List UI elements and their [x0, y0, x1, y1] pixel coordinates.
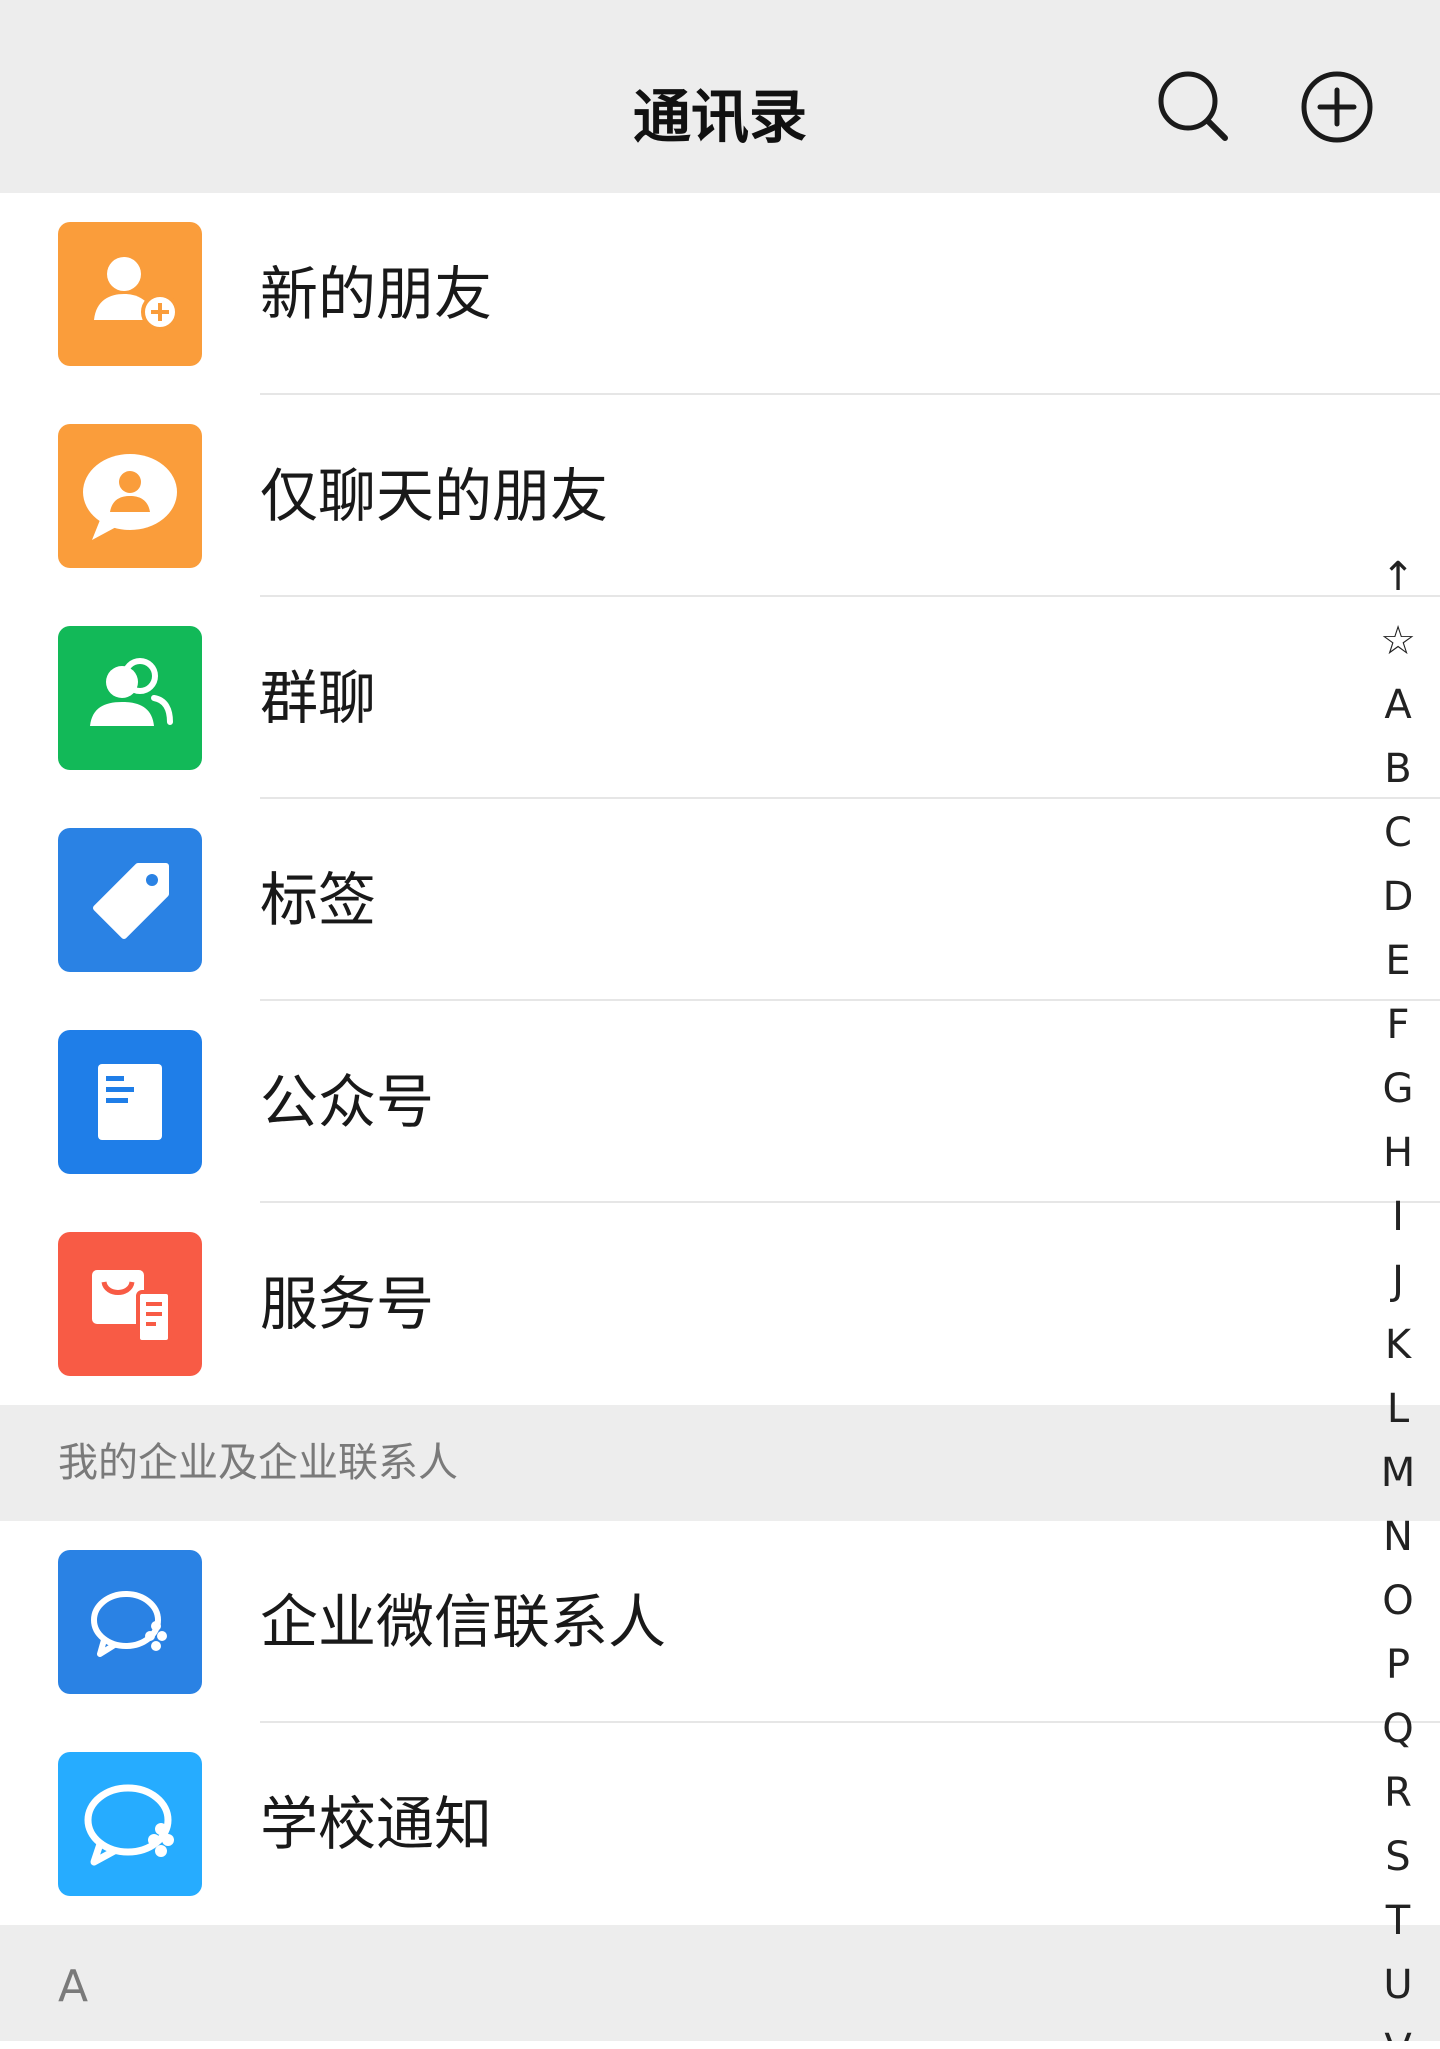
section-header-letter: A	[0, 1925, 1440, 2041]
list-item-tags[interactable]: 标签	[0, 799, 1440, 1001]
list-item-label: 仅聊天的朋友	[260, 462, 609, 530]
list-item-label: 学校通知	[260, 1790, 493, 1858]
index-letter[interactable]: ☆	[1370, 609, 1426, 673]
index-letter[interactable]: N	[1370, 1505, 1426, 1569]
index-letter[interactable]: E	[1370, 929, 1426, 993]
index-letter[interactable]: I	[1370, 1185, 1426, 1249]
list-item-group-chats[interactable]: 群聊	[0, 597, 1440, 799]
top-bar: 通讯录	[0, 0, 1440, 193]
list-item-official-accounts[interactable]: 公众号	[0, 1001, 1440, 1203]
official-account-icon	[58, 1030, 202, 1174]
service-account-icon	[58, 1232, 202, 1376]
index-letter[interactable]: A	[1370, 673, 1426, 737]
index-letter[interactable]: H	[1370, 1121, 1426, 1185]
index-letter[interactable]: K	[1370, 1313, 1426, 1377]
section-header-enterprise: 我的企业及企业联系人	[0, 1405, 1440, 1521]
list-item-label: 企业微信联系人	[260, 1588, 667, 1656]
list-item-label: 服务号	[260, 1270, 435, 1338]
index-letter[interactable]: U	[1370, 1953, 1426, 2017]
list-item-school-notices[interactable]: 学校通知	[0, 1723, 1440, 1925]
list-item-label: 新的朋友	[260, 260, 493, 328]
index-letter[interactable]: L	[1370, 1377, 1426, 1441]
alphabet-index[interactable]: ↑☆ABCDEFGHIJKLMNOPQRSTUV	[1370, 545, 1426, 2041]
group-chat-icon	[58, 626, 202, 770]
index-letter[interactable]: P	[1370, 1633, 1426, 1697]
index-letter[interactable]: G	[1370, 1057, 1426, 1121]
list-item-service-accounts[interactable]: 服务号	[0, 1203, 1440, 1405]
add-circle-icon[interactable]	[1298, 68, 1376, 146]
index-letter[interactable]: B	[1370, 737, 1426, 801]
index-letter[interactable]: O	[1370, 1569, 1426, 1633]
wecom-contacts-icon	[58, 1550, 202, 1694]
index-letter[interactable]: C	[1370, 801, 1426, 865]
list-item-label: 公众号	[260, 1068, 435, 1136]
index-letter[interactable]: ↑	[1370, 545, 1426, 609]
list-item-new-friends[interactable]: 新的朋友	[0, 193, 1440, 395]
list-item-label: 标签	[260, 866, 377, 934]
school-notice-icon	[58, 1752, 202, 1896]
tag-icon	[58, 828, 202, 972]
search-icon[interactable]	[1155, 68, 1233, 146]
section-letter: A	[58, 1961, 89, 2012]
section-title: 我的企业及企业联系人	[58, 1440, 458, 1486]
index-letter[interactable]: D	[1370, 865, 1426, 929]
index-letter[interactable]: V	[1370, 2017, 1426, 2041]
index-letter[interactable]: T	[1370, 1889, 1426, 1953]
new-friend-icon	[58, 222, 202, 366]
index-letter[interactable]: Q	[1370, 1697, 1426, 1761]
index-letter[interactable]: M	[1370, 1441, 1426, 1505]
list-item-wecom-contacts[interactable]: 企业微信联系人	[0, 1521, 1440, 1723]
index-letter[interactable]: S	[1370, 1825, 1426, 1889]
index-letter[interactable]: R	[1370, 1761, 1426, 1825]
index-letter[interactable]: F	[1370, 993, 1426, 1057]
chat-only-friend-icon	[58, 424, 202, 568]
index-letter[interactable]: J	[1370, 1249, 1426, 1313]
list-item-label: 群聊	[260, 664, 377, 732]
list-item-chat-only-friends[interactable]: 仅聊天的朋友	[0, 395, 1440, 597]
